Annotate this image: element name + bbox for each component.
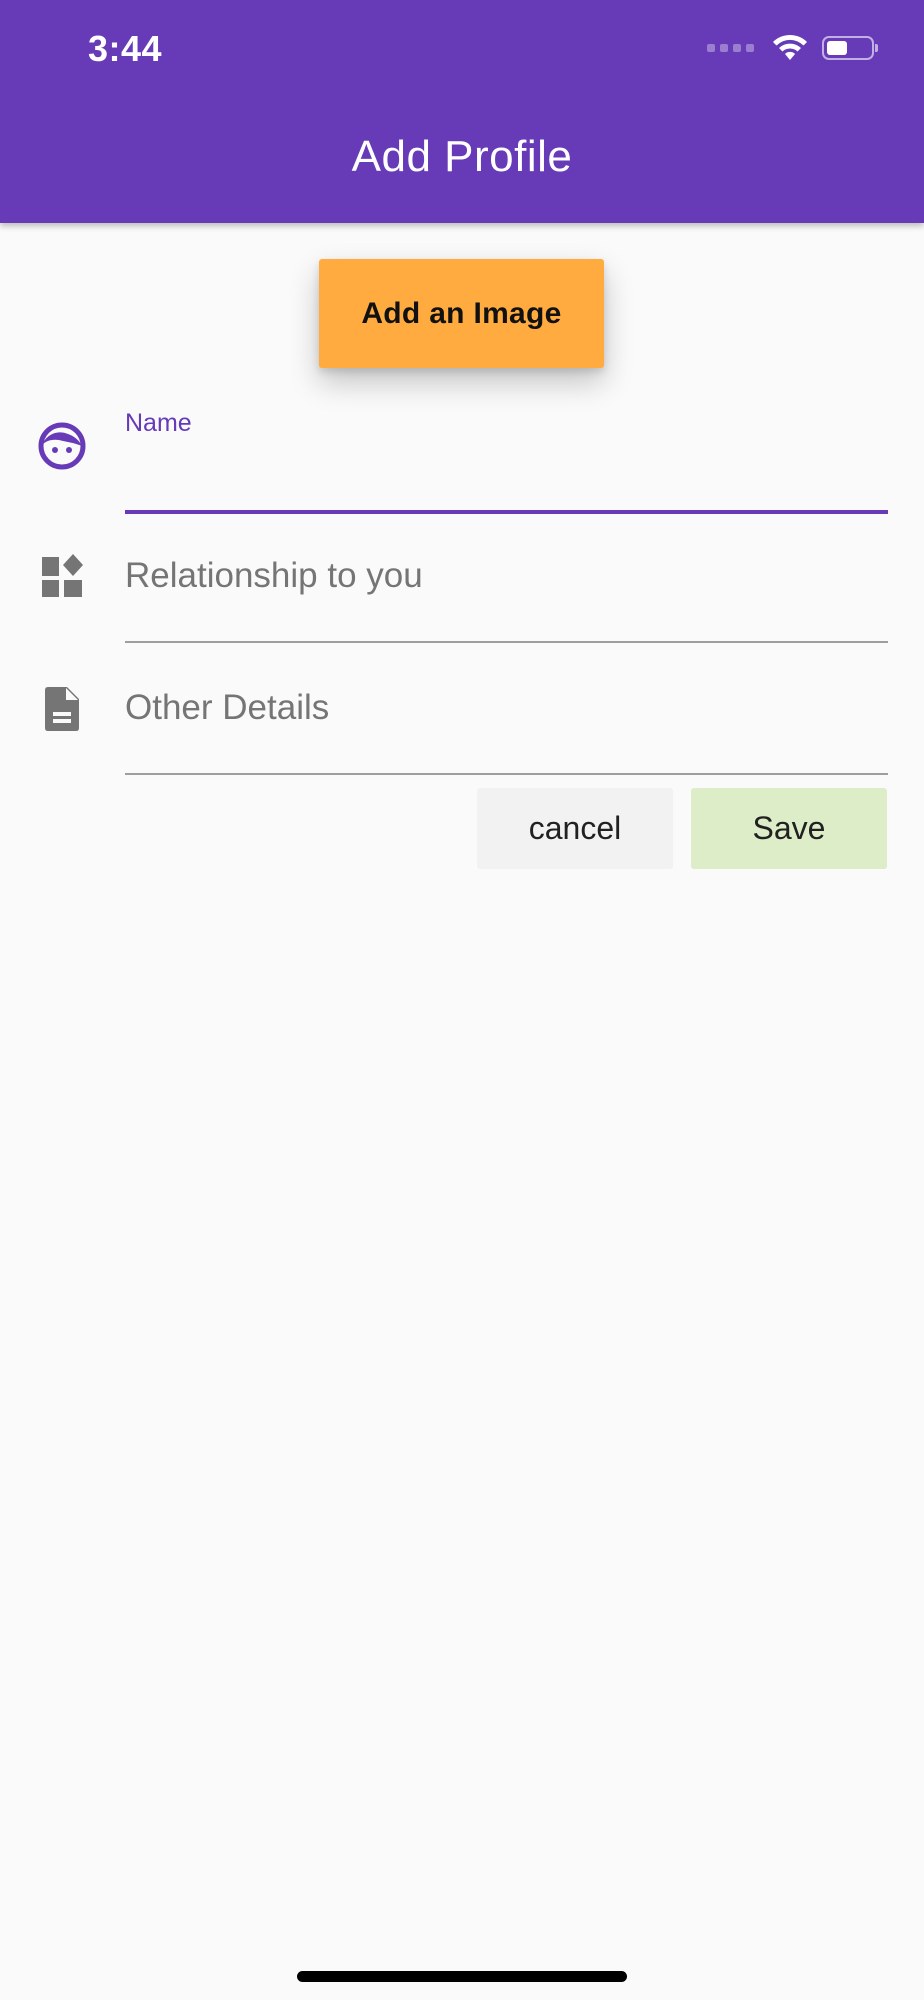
relationship-field-underline <box>125 641 888 643</box>
status-time: 3:44 <box>88 28 163 69</box>
battery-icon <box>822 36 878 60</box>
name-field-underline <box>125 510 888 514</box>
status-icons <box>707 34 878 62</box>
save-button[interactable]: Save <box>691 788 887 869</box>
details-field-placeholder: Other Details <box>125 688 330 727</box>
widgets-icon <box>42 554 83 597</box>
cellular-signal-icon <box>707 44 754 52</box>
home-indicator[interactable] <box>297 1971 627 1982</box>
details-field-underline <box>125 773 888 775</box>
add-image-button[interactable]: Add an Image <box>319 259 604 368</box>
description-icon <box>45 687 79 731</box>
details-field[interactable]: Other Details <box>125 672 888 777</box>
wifi-icon <box>773 34 807 60</box>
relationship-field[interactable]: Relationship to you <box>125 540 888 645</box>
cancel-button[interactable]: cancel <box>477 788 673 869</box>
app-bar: 3:44 Add Profile <box>0 0 924 223</box>
face-icon <box>38 422 86 470</box>
name-field[interactable]: Name <box>125 405 888 515</box>
page-title: Add Profile <box>351 132 573 181</box>
relationship-field-placeholder: Relationship to you <box>125 556 423 595</box>
name-field-label: Name <box>125 409 192 437</box>
